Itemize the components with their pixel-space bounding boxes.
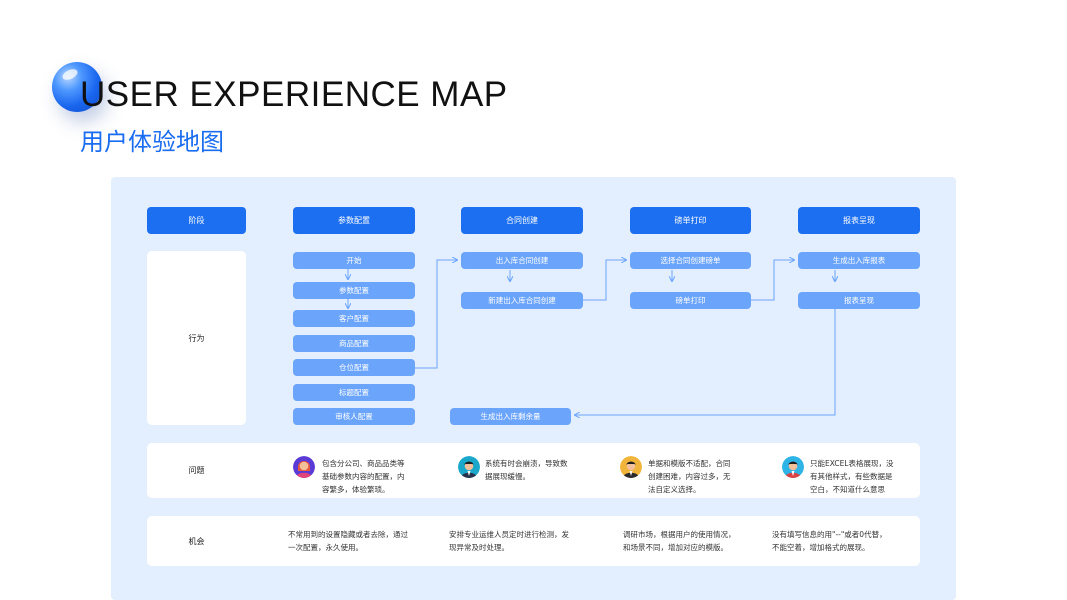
behavior-step-warehouse-config: 仓位配置	[293, 359, 415, 376]
behavior-step-customer-config: 客户配置	[293, 310, 415, 327]
problem-note-3: 单据和模版不适配，合同 创建困难，内容过多，无 法自定义选择。	[648, 459, 731, 494]
opportunity-note-4: 没有填写信息的用"--"或者0代替， 不能空着，增加格式的展现。	[772, 530, 887, 552]
behavior-step-select-contract: 选择合同创建磅单	[630, 252, 751, 269]
opportunity-note-1: 不常用到的设置隐藏或者去除，通过 一次配置，永久使用。	[288, 530, 408, 552]
woman-avatar-icon	[293, 456, 315, 478]
behavior-step-report-display: 报表呈现	[798, 292, 920, 309]
opportunity-row-label: 机会	[188, 536, 205, 546]
problem-row-label: 问题	[188, 466, 205, 475]
stage-report-display: 报表呈现	[798, 207, 920, 234]
behavior-step-start: 开始	[293, 252, 415, 269]
stage-label: 阶段	[147, 207, 246, 234]
stage-parameter-config: 参数配置	[293, 207, 415, 234]
behavior-step-goods-config: 商品配置	[293, 335, 415, 352]
behavior-step-remaining-stock: 生成出入库剩余量	[450, 408, 571, 425]
behavior-step-new-contract: 新建出入库合同创建	[461, 292, 583, 309]
page-title: USER EXPERIENCE MAP	[80, 75, 508, 114]
man-avatar-icon	[458, 456, 480, 478]
behavior-step-parameter-config: 参数配置	[293, 282, 415, 299]
behavior-step-contract-create: 出入库合同创建	[461, 252, 583, 269]
man-avatar-icon	[620, 456, 642, 478]
problem-note-2: 系统有时会崩溃，导致数 据展现缓慢。	[485, 459, 568, 481]
page-subtitle: 用户体验地图	[80, 128, 224, 156]
man-avatar-icon	[782, 456, 804, 478]
problem-note-4: 只能EXCEL表格展现，没 有其他样式，有些数据是 空白，不知道什么意思	[810, 459, 894, 494]
stage-contract-create: 合同创建	[461, 207, 583, 234]
behavior-step-approver-config: 审核人配置	[293, 408, 415, 425]
problem-note-1: 包含分公司、商品品类等 基础参数内容的配置，内 容繁多，体验繁琐。	[322, 459, 405, 494]
behavior-step-title-config: 标题配置	[293, 384, 415, 401]
behavior-row-label: 行为	[188, 333, 205, 343]
opportunity-note-3: 调研市场，根据用户的使用情况， 和场景不同，增加对应的模版。	[623, 530, 736, 552]
opportunity-note-2: 安排专业运维人员定时进行检测，发 现异常及时处理。	[449, 530, 569, 552]
stage-weighbill-print: 磅单打印	[630, 207, 751, 234]
behavior-step-print-weighbill: 磅单打印	[630, 292, 751, 309]
behavior-step-generate-report: 生成出入库报表	[798, 252, 920, 269]
